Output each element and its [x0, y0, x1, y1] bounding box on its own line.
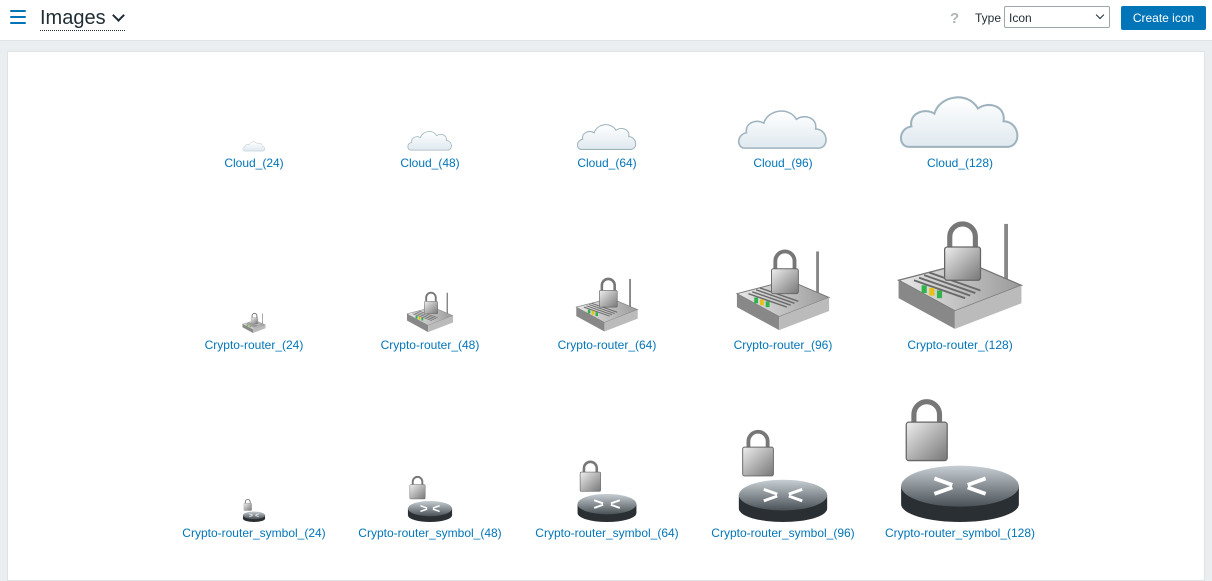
- type-select-value: Icon: [1009, 11, 1032, 25]
- menu-icon[interactable]: [10, 10, 26, 24]
- image-name-link[interactable]: Cloud_(96): [695, 156, 871, 170]
- cloud-icon[interactable]: [242, 140, 266, 155]
- image-name-link[interactable]: Crypto-router_(64): [519, 338, 695, 352]
- images-panel: Cloud_(24) Cloud_(48) Cloud_(64) Cloud_(…: [7, 51, 1205, 581]
- crypto-router-icon[interactable]: [735, 238, 831, 337]
- image-name-link[interactable]: Crypto-router_symbol_(48): [342, 526, 518, 540]
- image-name-link[interactable]: Crypto-router_(96): [695, 338, 871, 352]
- image-name-link[interactable]: Crypto-router_(24): [166, 338, 342, 352]
- crypto-router-symbol-icon[interactable]: [735, 426, 831, 525]
- create-icon-button[interactable]: Create icon: [1121, 6, 1206, 30]
- crypto-router-symbol-icon[interactable]: [242, 498, 266, 525]
- image-name-link[interactable]: Cloud_(128): [872, 156, 1048, 170]
- image-name-link[interactable]: Cloud_(48): [342, 156, 518, 170]
- chevron-down-icon: [111, 9, 125, 22]
- image-name-link[interactable]: Crypto-router_symbol_(96): [695, 526, 871, 540]
- image-name-link[interactable]: Cloud_(24): [166, 156, 342, 170]
- crypto-router-symbol-icon[interactable]: [896, 394, 1024, 525]
- crypto-router-symbol-icon[interactable]: [575, 458, 639, 525]
- help-icon[interactable]: ?: [950, 10, 959, 27]
- image-name-link[interactable]: Crypto-router_symbol_(128): [872, 526, 1048, 540]
- type-select[interactable]: Icon: [1004, 6, 1110, 28]
- cloud-icon[interactable]: [575, 120, 639, 155]
- page-header: Images ? Type Icon Create icon: [0, 0, 1212, 41]
- image-name-link[interactable]: Cloud_(64): [519, 156, 695, 170]
- crypto-router-icon[interactable]: [242, 310, 266, 337]
- chevron-down-icon: [1095, 10, 1105, 20]
- crypto-router-icon[interactable]: [406, 286, 454, 337]
- crypto-router-symbol-icon[interactable]: [406, 474, 454, 525]
- crypto-router-icon[interactable]: [575, 270, 639, 337]
- image-name-link[interactable]: Crypto-router_(48): [342, 338, 518, 352]
- image-name-link[interactable]: Crypto-router_(128): [872, 338, 1048, 352]
- type-label: Type: [975, 11, 1002, 25]
- crypto-router-icon[interactable]: [896, 206, 1024, 337]
- cloud-icon[interactable]: [406, 128, 454, 155]
- page-title: Images: [40, 7, 106, 29]
- page-title-dropdown[interactable]: Images: [40, 6, 125, 31]
- image-name-link[interactable]: Crypto-router_symbol_(64): [519, 526, 695, 540]
- image-name-link[interactable]: Crypto-router_symbol_(24): [166, 526, 342, 540]
- cloud-icon[interactable]: [896, 88, 1024, 155]
- cloud-icon[interactable]: [735, 104, 831, 155]
